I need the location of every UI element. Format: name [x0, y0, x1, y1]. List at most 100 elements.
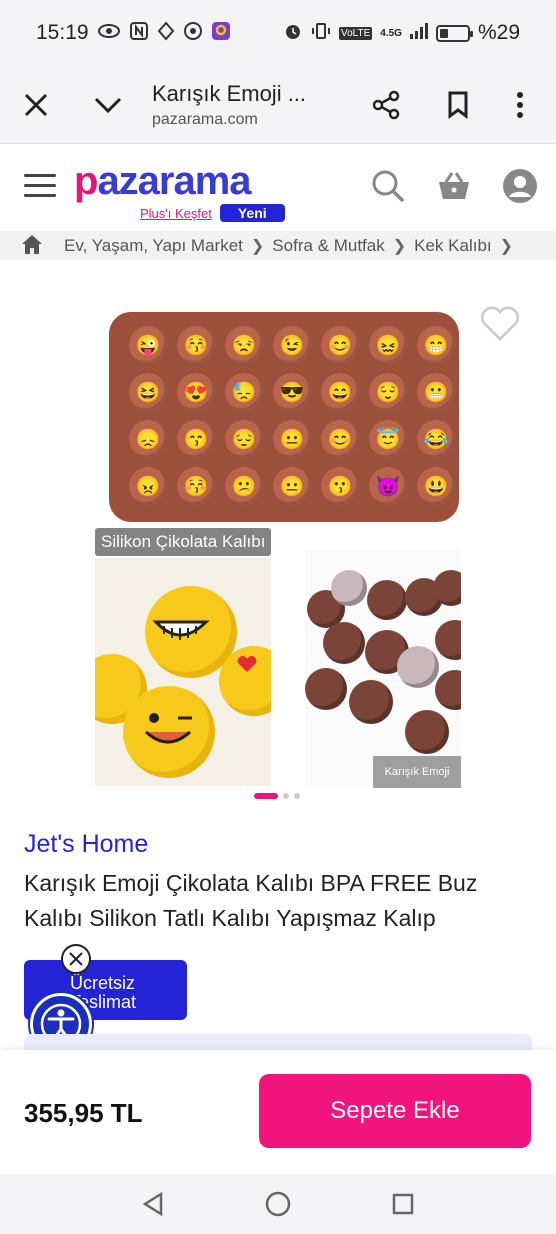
mold-emoji-cavity: 😊 [321, 420, 359, 458]
mold-emoji-cavity: 😌 [369, 373, 407, 411]
logo-text: pazarama [74, 159, 252, 203]
eye-icon [97, 23, 121, 44]
search-button[interactable] [370, 168, 406, 204]
mold-emoji-cavity: 😓 [225, 373, 263, 411]
mold-emoji-cavity: 😍 [177, 373, 215, 411]
mold-emoji-cavity: 😃 [417, 467, 455, 505]
product-price: 355,95 TL [24, 1098, 143, 1128]
mold-emoji-cavity: 😞 [129, 420, 167, 458]
mold-emoji-cavity: 😎 [273, 373, 311, 411]
status-left: 15:19 [36, 20, 231, 46]
page-title-area[interactable]: Karışık Emoji ... pazarama.com [134, 81, 360, 129]
heart-icon [481, 306, 519, 341]
nfc-icon [129, 21, 149, 46]
mold-emoji-cavity: 😂 [417, 420, 455, 458]
battery-icon [435, 24, 473, 42]
account-button[interactable] [502, 168, 538, 204]
product-title: Karışık Emoji Çikolata Kalıbı BPA FREE B… [24, 870, 478, 931]
plus-discover-link[interactable]: Plus'ı Keşfet [140, 206, 212, 221]
mold-emoji-cavity: 😚 [177, 326, 215, 364]
mold-emoji-cavity: 😒 [225, 326, 263, 364]
browser-toolbar: Karışık Emoji ... pazarama.com [0, 66, 556, 144]
network-type: 4.5G [380, 27, 402, 39]
mold-emoji-cavity: 😔 [225, 420, 263, 458]
battery-percent: %29 [477, 21, 520, 44]
more-vert-icon [517, 91, 523, 118]
mold-emoji-cavity: 😚 [177, 467, 215, 505]
mold-emoji-cavity: 😐 [273, 420, 311, 458]
mold-grid: 😜 😚 😒 😉 😊 😖 😁 😆 😍 😓 😎 😄 😌 😬 😞 😙 😔 😐 😊 😇 😂 😠 😚 😕 😐 😗 😈 😃 [129, 326, 459, 505]
vibrate-icon [311, 21, 331, 46]
back-triangle-icon [142, 1192, 162, 1216]
status-time: 15:19 [36, 21, 89, 44]
back-button[interactable] [133, 1184, 173, 1224]
mold-emoji-cavity: 😄 [321, 373, 359, 411]
mold-emoji-cavity: 😠 [129, 467, 167, 505]
breadcrumb: Ev, Yaşam, Yapı Market ❯ Sofra & Mutfak … [0, 232, 556, 260]
mold-emoji-cavity: 😜 [129, 326, 167, 364]
mold-emoji-cavity: 😉 [273, 326, 311, 364]
minimize-button[interactable] [82, 79, 134, 131]
close-icon [69, 952, 83, 966]
delivery-info-peek[interactable] [24, 1034, 532, 1050]
mold-emoji-cavity: 😗 [321, 467, 359, 505]
chevron-down-icon [94, 97, 122, 113]
carousel-dot-active[interactable] [254, 793, 278, 799]
page-title: Karışık Emoji ... [152, 80, 307, 106]
breadcrumb-item[interactable]: Kek Kalıbı [414, 236, 492, 256]
purchase-bar: 355,95 TL Sepete Ekle [0, 1050, 556, 1174]
navigation-icon [157, 20, 175, 46]
home-circle-icon [265, 1191, 291, 1217]
carousel-indicator [254, 793, 300, 799]
product-image-gallery[interactable]: 😜 😚 😒 😉 😊 😖 😁 😆 😍 😓 😎 😄 😌 😬 😞 😙 😔 😐 😊 😇 😂 😠 😚 😕 😐 😗 😈 😃 Silikon Çik… [95, 300, 461, 788]
home-button[interactable] [258, 1184, 298, 1224]
mold-emoji-cavity: 😁 [417, 326, 455, 364]
app-notification-icon [211, 21, 231, 46]
mold-emoji-cavity: 😆 [129, 373, 167, 411]
mold-emoji-cavity: 😙 [177, 420, 215, 458]
silicone-mold-image: 😜 😚 😒 😉 😊 😖 😁 😆 😍 😓 😎 😄 😌 😬 😞 😙 😔 😐 😊 😇 😂 😠 😚 😕 😐 😗 😈 😃 [109, 312, 459, 522]
yellow-emoji-photo [95, 558, 271, 786]
share-button[interactable] [360, 79, 412, 131]
pazarama-logo[interactable]: pazarama Plus'ı Keşfet Yeni [74, 160, 306, 222]
recents-button[interactable] [383, 1184, 423, 1224]
carousel-dot[interactable] [283, 793, 289, 799]
breadcrumb-item[interactable]: Ev, Yaşam, Yapı Market [64, 236, 243, 256]
site-header: pazarama Plus'ı Keşfet Yeni [0, 144, 556, 232]
header-actions [370, 168, 538, 204]
favorite-button[interactable] [480, 306, 520, 346]
home-icon[interactable] [20, 233, 44, 260]
status-right: VoLTE 4.5G %29 [283, 21, 520, 46]
user-icon [503, 169, 537, 203]
mold-emoji-cavity: 😬 [417, 373, 455, 411]
breadcrumb-item[interactable]: Sofra & Mutfak [272, 236, 384, 256]
menu-icon[interactable] [24, 174, 56, 204]
plus-promo: Plus'ı Keşfet Yeni [140, 204, 306, 222]
mold-emoji-cavity: 😊 [321, 326, 359, 364]
brand-link[interactable]: Jet's Home [24, 830, 148, 859]
chevron-right-icon: ❯ [250, 238, 265, 255]
more-options-button[interactable] [494, 79, 546, 131]
chocolate-emoji-photo: Karışık Emoji [305, 550, 461, 788]
system-nav-bar [0, 1174, 556, 1234]
add-to-cart-button[interactable]: Sepete Ekle [259, 1074, 531, 1148]
mold-emoji-cavity: 😈 [369, 467, 407, 505]
dismiss-badge-button[interactable] [61, 944, 91, 974]
chevron-right-icon: ❯ [499, 238, 514, 255]
close-tab-button[interactable] [10, 79, 62, 131]
bookmark-button[interactable] [432, 79, 484, 131]
cart-button[interactable] [436, 168, 472, 204]
mold-emoji-cavity: 😇 [369, 420, 407, 458]
status-bar: 15:19 VoLTE 4.5G %29 [0, 0, 556, 66]
volte-badge: VoLTE [339, 26, 373, 40]
bookmark-icon [448, 91, 468, 119]
chrome-icon [183, 21, 203, 46]
share-icon [372, 90, 400, 119]
free-shipping-line1: Ücretsiz [70, 973, 136, 993]
page-url: pazarama.com [152, 110, 258, 128]
image-caption: Silikon Çikolata Kalıbı [95, 528, 272, 556]
basket-icon [439, 172, 469, 199]
recents-square-icon [393, 1193, 414, 1215]
new-badge: Yeni [219, 204, 285, 222]
carousel-dot[interactable] [294, 793, 300, 799]
